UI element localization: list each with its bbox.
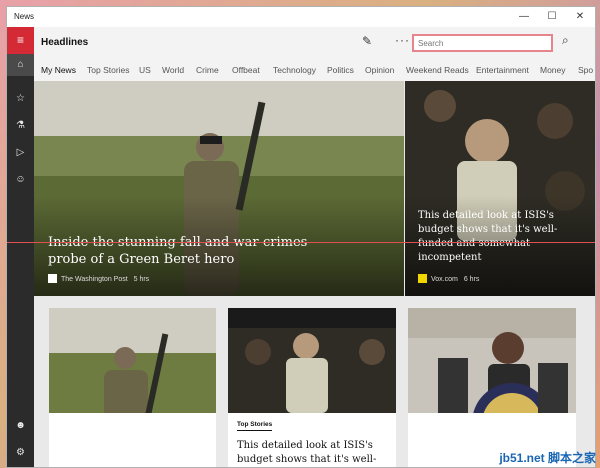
tab-money[interactable]: Money: [540, 65, 566, 75]
news-content: Inside the stunning fall and war-crimes …: [34, 81, 595, 467]
tab-world[interactable]: World: [162, 65, 184, 75]
card-2-headline[interactable]: This detailed look at ISIS's budget show…: [237, 439, 385, 467]
account-icon[interactable]: ☻: [7, 415, 34, 437]
edit-pencil-icon[interactable]: ✎: [362, 34, 372, 48]
secondary-time: 6 hrs: [463, 276, 480, 283]
more-options-icon[interactable]: ···: [395, 33, 410, 47]
page-title: Headlines: [41, 37, 89, 48]
star-icon[interactable]: ☆: [7, 88, 34, 110]
tab-sports[interactable]: Spo: [578, 65, 593, 75]
story-card-3[interactable]: [408, 308, 576, 467]
tab-opinion[interactable]: Opinion: [365, 65, 394, 75]
guide-line: [7, 242, 595, 243]
washington-post-logo-icon: [48, 274, 57, 283]
tab-technology[interactable]: Technology: [273, 65, 316, 75]
home-icon[interactable]: ⌂: [7, 54, 34, 76]
header: Headlines ✎ ··· ⌕: [34, 27, 595, 59]
app-window: News — ☐ ✕ ≡ ⌂ ☆ ⚗ ▷ ☺ ☻ ⚙ Headlines ✎ ·…: [6, 6, 596, 468]
smiley-icon[interactable]: ☺: [7, 169, 34, 191]
card-3-image: [408, 308, 576, 413]
hamburger-menu-icon[interactable]: ≡: [7, 27, 34, 54]
minimize-button[interactable]: —: [510, 7, 538, 27]
hero-headline[interactable]: Inside the stunning fall and war-crimes …: [48, 234, 318, 268]
tab-top-stories[interactable]: Top Stories: [87, 65, 130, 75]
card-2-category[interactable]: Top Stories: [237, 421, 273, 431]
secondary-story[interactable]: This detailed look at ISIS's budget show…: [405, 81, 595, 296]
card-1-image: [49, 308, 216, 413]
story-card-1[interactable]: [49, 308, 216, 467]
secondary-source: Vox.com 6 hrs: [418, 274, 479, 283]
hero-story[interactable]: Inside the stunning fall and war-crimes …: [34, 81, 404, 296]
tab-offbeat[interactable]: Offbeat: [232, 65, 260, 75]
secondary-source-name: Vox.com: [431, 276, 458, 283]
search-input[interactable]: [412, 34, 553, 52]
maximize-button[interactable]: ☐: [538, 7, 566, 27]
vox-logo-icon: [418, 274, 427, 283]
hero-source-name: The Washington Post: [61, 276, 128, 283]
tab-weekend-reads[interactable]: Weekend Reads: [406, 65, 469, 75]
tab-us[interactable]: US: [139, 65, 151, 75]
sidebar: ≡ ⌂ ☆ ⚗ ▷ ☺ ☻ ⚙: [7, 27, 34, 467]
close-button[interactable]: ✕: [566, 7, 594, 27]
title-bar: News — ☐ ✕: [7, 7, 595, 27]
flask-icon[interactable]: ⚗: [7, 115, 34, 137]
tab-my-news[interactable]: My News: [41, 65, 76, 75]
play-icon[interactable]: ▷: [7, 142, 34, 164]
tab-entertainment[interactable]: Entertainment: [476, 65, 529, 75]
hero-source: The Washington Post 5 hrs: [48, 274, 149, 283]
watermark-text: jb51.net 脚本之家: [499, 451, 596, 465]
window-title: News: [14, 12, 35, 21]
secondary-headline[interactable]: This detailed look at ISIS's budget show…: [418, 209, 578, 265]
tab-politics[interactable]: Politics: [327, 65, 354, 75]
settings-icon[interactable]: ⚙: [7, 442, 34, 464]
category-tabs: My News Top Stories US World Crime Offbe…: [34, 59, 595, 81]
tab-crime[interactable]: Crime: [196, 65, 219, 75]
hero-time: 5 hrs: [133, 276, 150, 283]
story-card-2[interactable]: Top Stories This detailed look at ISIS's…: [228, 308, 396, 467]
search-icon[interactable]: ⌕: [562, 33, 569, 48]
card-2-image: [228, 308, 396, 413]
